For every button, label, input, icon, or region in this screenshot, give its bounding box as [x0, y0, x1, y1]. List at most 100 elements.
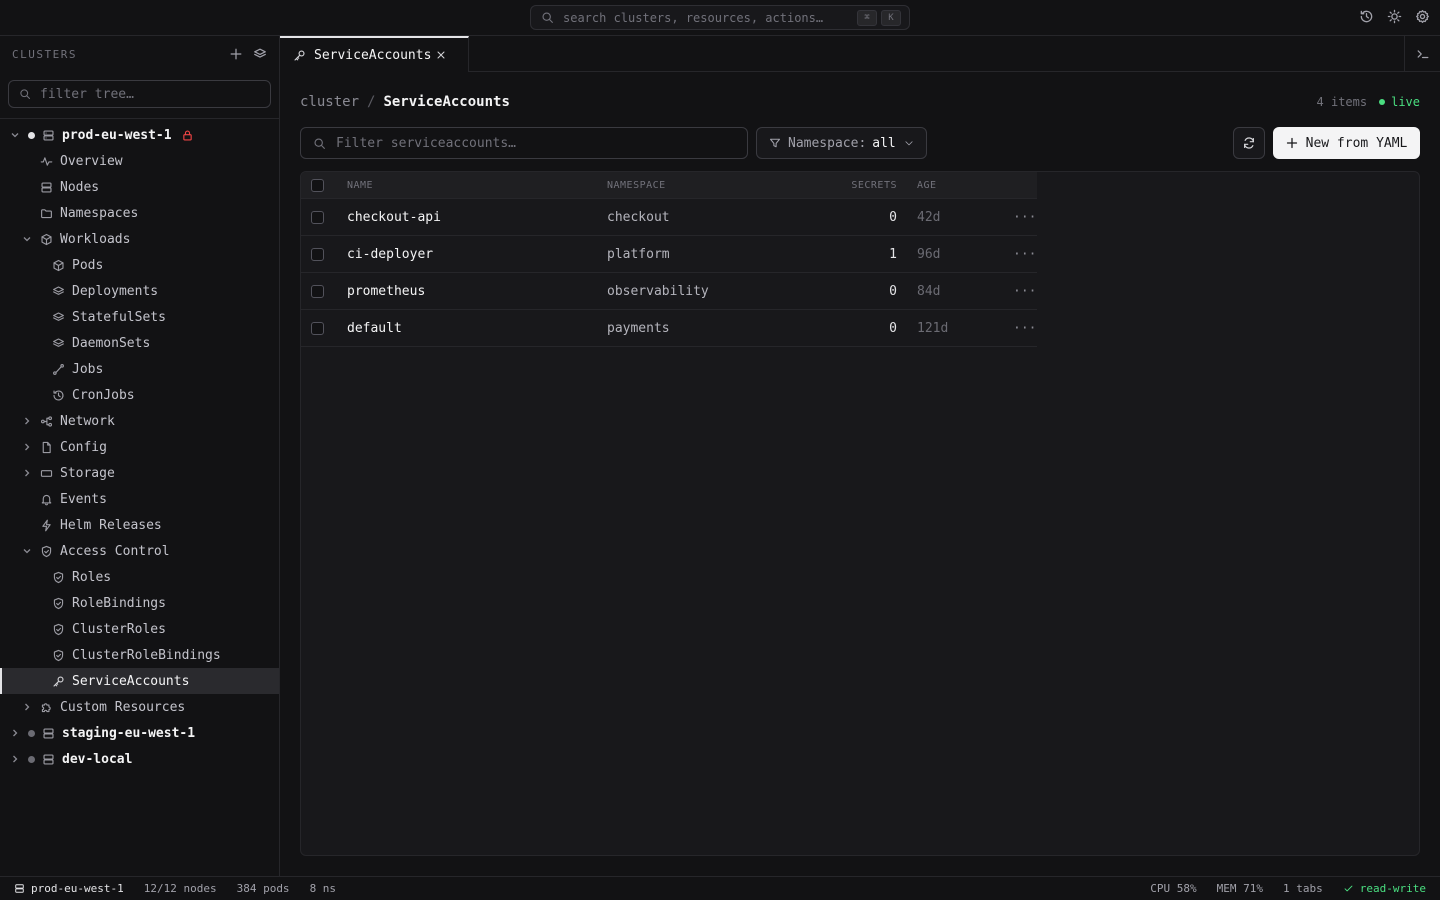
refresh-button[interactable] — [1233, 127, 1265, 159]
chevron-down-icon[interactable] — [22, 234, 32, 244]
new-from-yaml-button[interactable]: New from YAML — [1273, 127, 1420, 159]
sidebar-item-serviceaccounts[interactable]: ServiceAccounts — [0, 668, 279, 694]
sidebar-item-helm-releases[interactable]: Helm Releases — [0, 512, 279, 538]
gear-icon[interactable] — [1415, 9, 1430, 24]
column-header-namespace[interactable]: NAMESPACE — [607, 180, 666, 191]
sidebar-item-custom-resources[interactable]: Custom Resources — [0, 694, 279, 720]
sidebar-item-namespaces[interactable]: Namespaces — [0, 200, 279, 226]
status-mode-label: read-write — [1359, 882, 1426, 895]
cell-name[interactable]: checkout-api — [347, 210, 441, 225]
cluster-item-staging-eu-west-1[interactable]: staging-eu-west-1 — [0, 720, 279, 746]
breadcrumb-root[interactable]: cluster — [300, 94, 359, 110]
table-row[interactable]: checkout-api checkout 0 42d ··· — [301, 199, 1037, 236]
namespace-label: Namespace: — [788, 135, 867, 151]
sidebar-item-label: Helm Releases — [60, 517, 162, 533]
bolt-icon — [42, 519, 51, 531]
select-all-checkbox[interactable] — [311, 178, 324, 192]
sidebar-item-workloads[interactable]: Workloads — [0, 226, 279, 252]
row-menu-icon[interactable]: ··· — [1013, 321, 1036, 336]
table-row[interactable]: prometheus observability 0 84d ··· — [301, 273, 1037, 310]
cluster-item-dev-local[interactable]: dev-local — [0, 746, 279, 772]
sidebar-item-network[interactable]: Network — [0, 408, 279, 434]
column-header-age[interactable]: AGE — [917, 180, 937, 191]
cell-name[interactable]: prometheus — [347, 284, 425, 299]
table-row[interactable]: ci-deployer platform 1 96d ··· — [301, 236, 1037, 273]
row-checkbox[interactable] — [311, 321, 324, 335]
cluster-item-prod-eu-west-1[interactable]: prod-eu-west-1 — [0, 122, 279, 148]
layers-icon — [53, 285, 64, 295]
route-icon — [53, 363, 64, 375]
row-menu-icon[interactable]: ··· — [1013, 210, 1036, 225]
sidebar-item-clusterrolebindings[interactable]: ClusterRoleBindings — [0, 642, 279, 668]
layers-icon — [53, 311, 64, 321]
sun-icon[interactable] — [1387, 9, 1402, 24]
chevron-right-icon[interactable] — [10, 728, 20, 738]
sidebar-item-deployments[interactable]: Deployments — [0, 278, 279, 304]
chevron-down-icon[interactable] — [22, 546, 32, 556]
sidebar-item-config[interactable]: Config — [0, 434, 279, 460]
sidebar-item-daemonsets[interactable]: DaemonSets — [0, 330, 279, 356]
sidebar-item-nodes[interactable]: Nodes — [0, 174, 279, 200]
cell-secrets: 0 — [889, 320, 897, 336]
sidebar-item-label: RoleBindings — [72, 595, 166, 611]
server-icon — [15, 884, 24, 893]
sidebar-item-access-control[interactable]: Access Control — [0, 538, 279, 564]
column-header-name[interactable]: NAME — [347, 180, 373, 191]
sidebar-item-cronjobs[interactable]: CronJobs — [0, 382, 279, 408]
sidebar-item-jobs[interactable]: Jobs — [0, 356, 279, 382]
global-search[interactable]: search clusters, resources, actions… ⌘ K — [530, 5, 910, 30]
breadcrumb-separator: / — [367, 94, 376, 110]
item-count: 4 items — [1316, 95, 1368, 109]
server-icon — [43, 129, 54, 141]
status-cluster[interactable]: prod-eu-west-1 — [14, 882, 124, 895]
cluster-name: staging-eu-west-1 — [62, 725, 196, 741]
add-cluster-icon[interactable] — [229, 47, 243, 61]
server-icon — [41, 181, 52, 193]
chevron-right-icon[interactable] — [22, 702, 32, 712]
cell-secrets: 0 — [889, 209, 897, 225]
server-icon — [43, 727, 54, 739]
row-checkbox[interactable] — [311, 247, 324, 261]
chevron-down-icon[interactable] — [10, 130, 20, 140]
namespace-select[interactable]: Namespace: all — [756, 127, 927, 159]
tab-serviceaccounts[interactable]: ServiceAccounts — [280, 36, 469, 72]
table-row[interactable]: default payments 0 121d ··· — [301, 310, 1037, 347]
sidebar-item-label: Workloads — [60, 231, 131, 247]
chevron-right-icon[interactable] — [22, 442, 32, 452]
chevron-right-icon[interactable] — [22, 468, 32, 478]
bell-icon — [41, 494, 52, 505]
sidebar-item-rolebindings[interactable]: RoleBindings — [0, 590, 279, 616]
row-menu-icon[interactable]: ··· — [1013, 247, 1036, 262]
server-icon — [43, 753, 54, 765]
sidebar-item-storage[interactable]: Storage — [0, 460, 279, 486]
main-panel: ServiceAccounts cluster / ServiceAccount… — [280, 36, 1440, 876]
shortcut-letter-key: K — [881, 9, 901, 26]
top-actions — [1359, 9, 1430, 24]
chevron-right-icon[interactable] — [10, 754, 20, 764]
row-checkbox[interactable] — [311, 210, 324, 224]
resource-meta: 4 items live — [1317, 95, 1420, 109]
row-checkbox[interactable] — [311, 284, 324, 298]
layers-icon[interactable] — [253, 47, 267, 61]
cell-name[interactable]: default — [347, 321, 402, 336]
cell-name[interactable]: ci-deployer — [347, 247, 433, 262]
cell-age: 42d — [917, 209, 941, 225]
resource-table: NAME NAMESPACE SECRETS AGE checkout-api … — [301, 172, 1037, 347]
terminal-icon — [1417, 50, 1428, 59]
sidebar-item-statefulsets[interactable]: StatefulSets — [0, 304, 279, 330]
row-menu-icon[interactable]: ··· — [1013, 284, 1036, 299]
sidebar-item-clusterroles[interactable]: ClusterRoles — [0, 616, 279, 642]
sidebar-item-roles[interactable]: Roles — [0, 564, 279, 590]
sidebar-item-overview[interactable]: Overview — [0, 148, 279, 174]
terminal-button[interactable] — [1404, 36, 1440, 72]
status-namespaces: 8 ns — [309, 882, 337, 895]
column-header-secrets[interactable]: SECRETS — [797, 180, 897, 191]
history-icon[interactable] — [1359, 9, 1374, 24]
chevron-right-icon[interactable] — [22, 416, 32, 426]
resource-filter-input[interactable]: Filter serviceaccounts… — [300, 127, 748, 159]
shield-icon — [53, 597, 64, 609]
sidebar-item-events[interactable]: Events — [0, 486, 279, 512]
sidebar-item-pods[interactable]: Pods — [0, 252, 279, 278]
tree-filter-input[interactable]: filter tree… — [8, 80, 271, 108]
close-icon[interactable] — [435, 49, 447, 61]
